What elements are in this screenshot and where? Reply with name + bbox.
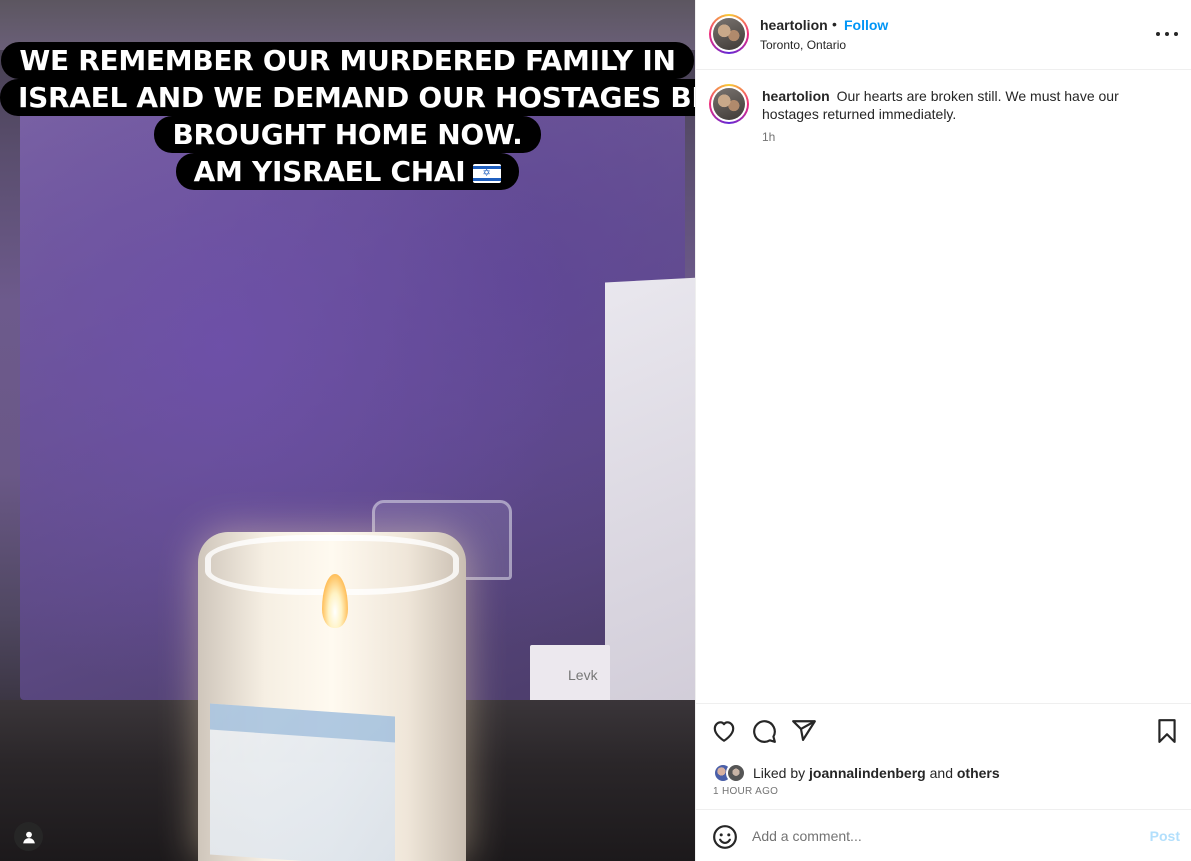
caption-time[interactable]: 1h [762, 130, 775, 144]
emoji-icon[interactable] [712, 824, 738, 850]
candle-label [210, 703, 395, 861]
overlay-line-3: BROUGHT HOME NOW. [154, 116, 541, 153]
liker-username[interactable]: joannalindenberg [809, 765, 926, 781]
artwork-label: Levk [530, 645, 610, 703]
post-details-panel: heartolion • Follow Toronto, Ontario hea… [695, 0, 1191, 861]
comment-input[interactable] [752, 824, 1132, 848]
action-bar: Liked by joannalindenberg and others 1 H… [696, 703, 1191, 809]
liker-avatar [726, 763, 746, 783]
caption-avatar[interactable] [709, 84, 749, 124]
likes-summary: Liked by joannalindenberg and others [713, 762, 1000, 784]
overlay-line-4-text: AM YISRAEL CHAI [193, 155, 466, 188]
overlay-line-1: WE REMEMBER OUR MURDERED FAMILY IN [1, 42, 694, 79]
heart-icon[interactable] [711, 718, 737, 744]
paper-plane-icon[interactable] [791, 718, 817, 744]
avatar[interactable] [709, 14, 749, 54]
liked-by-text: Liked by joannalindenberg and others [753, 765, 1000, 781]
israel-flag-icon: ✡ [473, 164, 502, 183]
liker-avatars[interactable] [713, 763, 749, 783]
location-link[interactable]: Toronto, Ontario [760, 38, 846, 52]
comment-bubble-icon[interactable] [751, 718, 777, 744]
story-text-overlay: WE REMEMBER OUR MURDERED FAMILY IN ISRAE… [0, 42, 695, 190]
drawing-canvas [605, 277, 695, 763]
post-header: heartolion • Follow Toronto, Ontario [696, 0, 1191, 70]
bookmark-icon[interactable] [1154, 718, 1180, 744]
separator-dot: • [832, 16, 837, 32]
post-timestamp[interactable]: 1 HOUR AGO [713, 786, 778, 797]
caption-text: heartolion Our hearts are broken still. … [762, 87, 1162, 123]
likes-others-link[interactable]: others [957, 765, 1000, 781]
comment-composer: Post [696, 809, 1191, 861]
person-icon [22, 831, 35, 843]
artwork-label-text: Levk [568, 667, 598, 683]
caption-username[interactable]: heartolion [762, 88, 830, 104]
liked-and: and [929, 765, 953, 781]
post-image[interactable]: Levk WE REMEMBER OUR MURDERED FAMILY IN … [0, 0, 695, 861]
header-username[interactable]: heartolion [760, 17, 828, 33]
follow-button[interactable]: Follow [844, 17, 888, 33]
tagged-users-button[interactable] [14, 822, 43, 851]
liked-by-prefix: Liked by [753, 765, 806, 781]
post-comment-button[interactable]: Post [1150, 828, 1180, 844]
overlay-line-2: ISRAEL AND WE DEMAND OUR HOSTAGES BE [0, 79, 695, 116]
overlay-line-4: AM YISRAEL CHAI ✡ [175, 153, 520, 190]
ellipsis-icon[interactable] [1156, 26, 1178, 42]
